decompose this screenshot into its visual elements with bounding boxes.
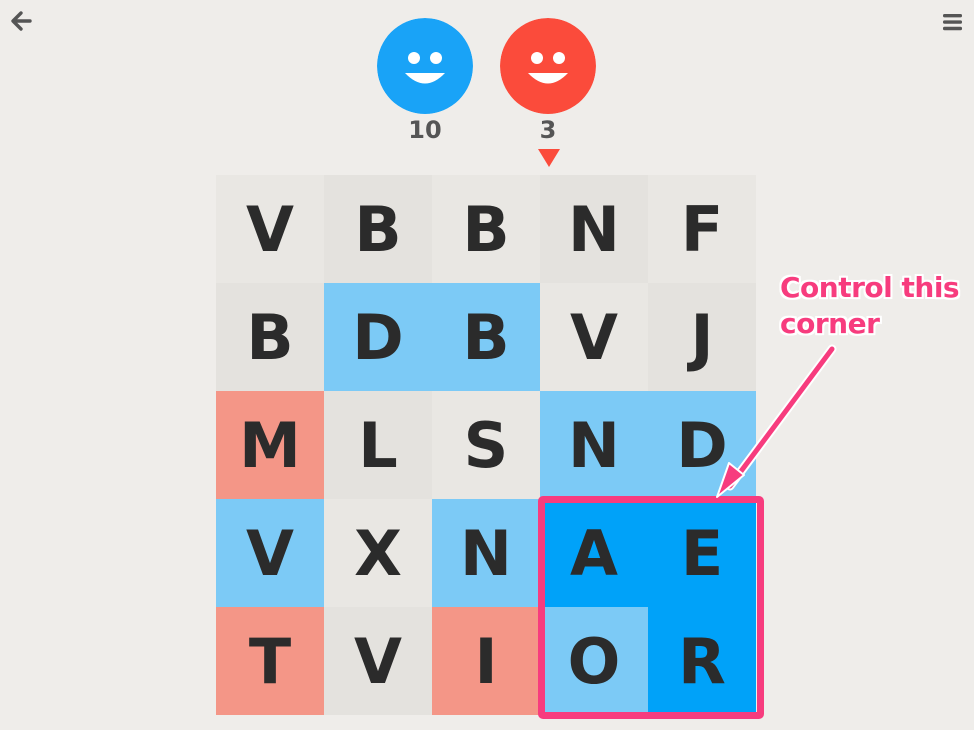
back-button[interactable] <box>8 8 34 34</box>
annotation-line-1: Control this <box>780 271 960 304</box>
letter-tile-r1-c4[interactable]: N <box>540 175 648 283</box>
hamburger-menu-icon <box>943 14 962 31</box>
letter-tile-r3-c3[interactable]: S <box>432 391 540 499</box>
letter-tile-r1-c5[interactable]: F <box>648 175 756 283</box>
letter-tile-r5-c2[interactable]: V <box>324 607 432 715</box>
player-blue-score: 10 <box>408 116 442 144</box>
letter-tile-r2-c3[interactable]: B <box>432 283 540 391</box>
letter-tile-r1-c3[interactable]: B <box>432 175 540 283</box>
letter-tile-r2-c1[interactable]: B <box>216 283 324 391</box>
letter-tile-r5-c1[interactable]: T <box>216 607 324 715</box>
letter-tile-r1-c1[interactable]: V <box>216 175 324 283</box>
arrow-left-icon <box>11 11 32 31</box>
letter-tile-r4-c4[interactable]: A <box>540 499 648 607</box>
annotation-line-2: corner <box>780 307 880 340</box>
letter-tile-r5-c5[interactable]: R <box>648 607 756 715</box>
letter-tile-r4-c3[interactable]: N <box>432 499 540 607</box>
letter-tile-r4-c5[interactable]: E <box>648 499 756 607</box>
letter-tile-r1-c2[interactable]: B <box>324 175 432 283</box>
triangle-down-icon <box>538 149 560 167</box>
smiley-face-icon <box>377 18 473 114</box>
letter-tile-r3-c1[interactable]: M <box>216 391 324 499</box>
menu-button[interactable] <box>941 12 965 32</box>
player-red: 3 <box>500 18 596 144</box>
letter-tile-r4-c1[interactable]: V <box>216 499 324 607</box>
letter-tile-r3-c2[interactable]: L <box>324 391 432 499</box>
letter-tile-r2-c2[interactable]: D <box>324 283 432 391</box>
letter-tile-r5-c4[interactable]: O <box>540 607 648 715</box>
letter-board: VBBNFBDBVJMLSNDVXNAETVIOR <box>216 175 756 715</box>
player-red-score: 3 <box>539 116 557 144</box>
player-blue: 10 <box>377 18 473 144</box>
smiley-face-icon <box>500 18 596 114</box>
letter-tile-r2-c4[interactable]: V <box>540 283 648 391</box>
letter-tile-r4-c2[interactable]: X <box>324 499 432 607</box>
letter-tile-r2-c5[interactable]: J <box>648 283 756 391</box>
letter-tile-r5-c3[interactable]: I <box>432 607 540 715</box>
annotation-text: Control this corner <box>780 270 970 342</box>
letter-tile-r3-c4[interactable]: N <box>540 391 648 499</box>
letter-tile-r3-c5[interactable]: D <box>648 391 756 499</box>
